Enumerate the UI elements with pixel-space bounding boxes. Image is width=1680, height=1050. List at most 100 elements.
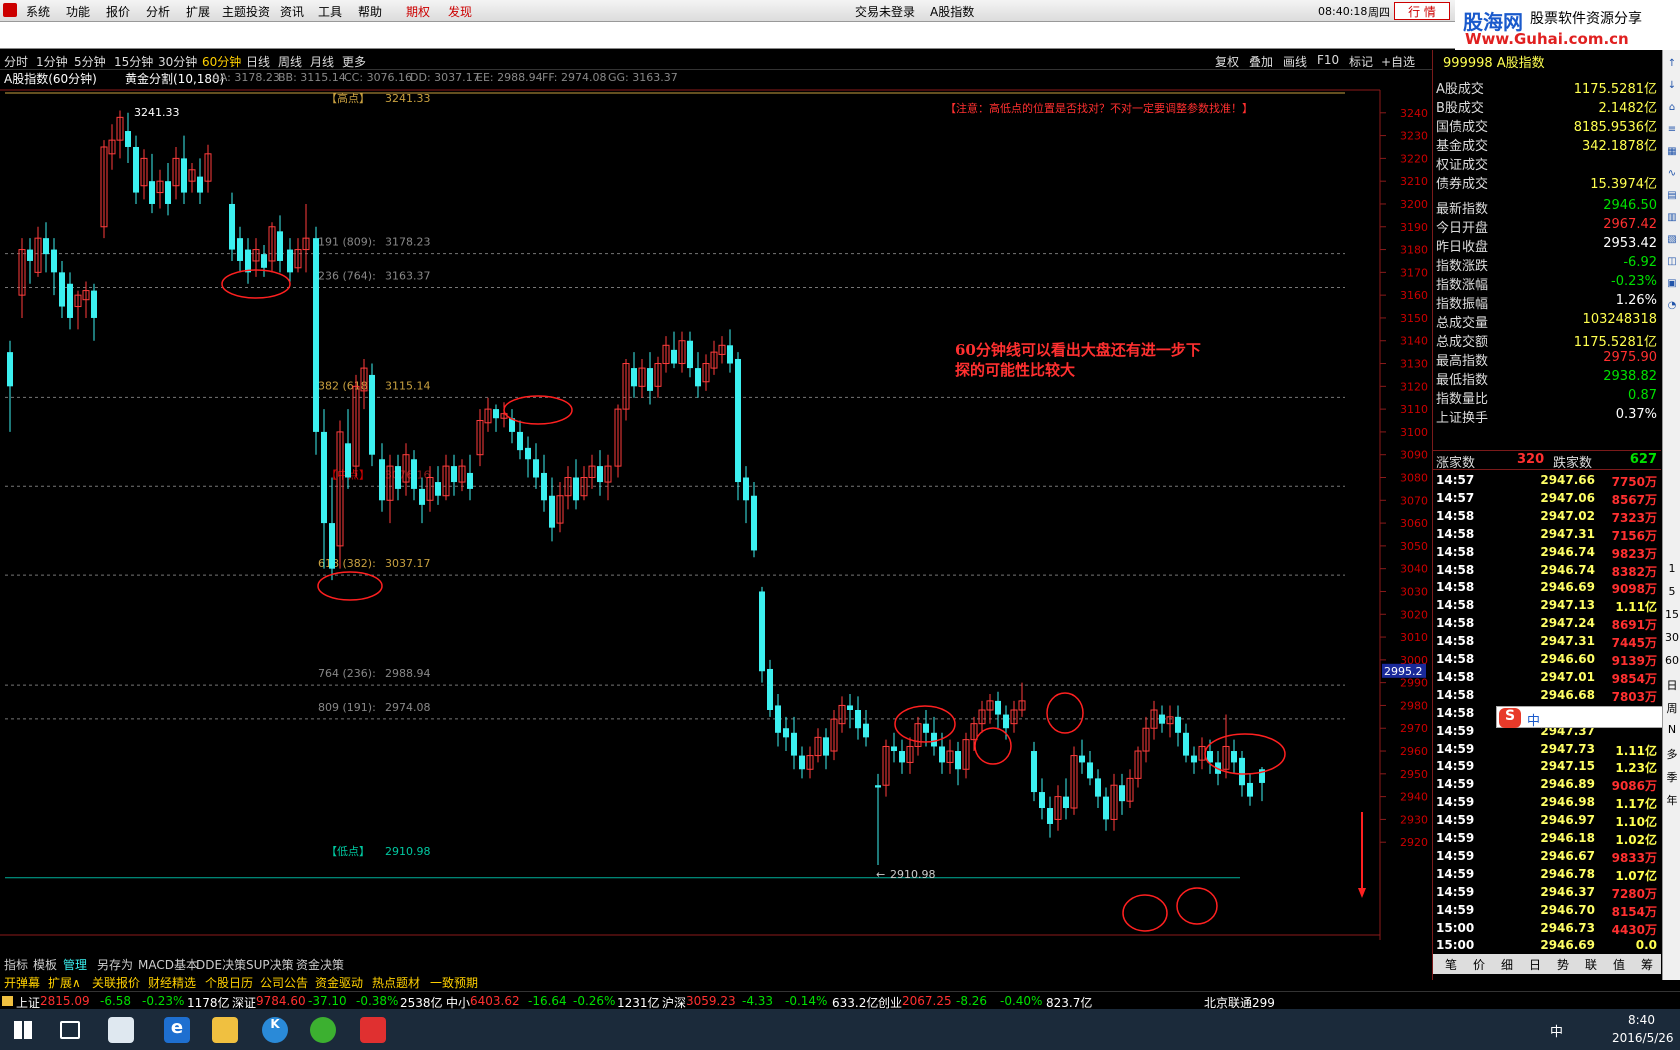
menu-item-7[interactable]: 工具 xyxy=(318,3,342,20)
chart-tool-0[interactable]: 复权 xyxy=(1215,53,1239,70)
side-period-4[interactable]: 60 xyxy=(1664,654,1680,670)
app-icon-stock[interactable] xyxy=(360,1017,386,1043)
period-3[interactable]: 15分钟 xyxy=(114,53,153,70)
period-8[interactable]: 月线 xyxy=(310,53,334,70)
bottom-tab-3[interactable]: 另存为 xyxy=(97,956,133,973)
bottom-tab-0[interactable]: 指标 xyxy=(4,956,28,973)
menu-item-6[interactable]: 资讯 xyxy=(280,3,304,20)
y-tick-26: 2980 xyxy=(1400,699,1428,712)
side-tool-icon[interactable]: ▤ xyxy=(1664,190,1680,206)
bottom-tab-4[interactable]: MACD基本 xyxy=(138,956,198,973)
chart-tool-5[interactable]: +自选 xyxy=(1381,53,1415,70)
app-icon-k[interactable]: K xyxy=(262,1017,288,1043)
panel-tab-4[interactable]: 势 xyxy=(1557,956,1569,973)
period-6[interactable]: 日线 xyxy=(246,53,270,70)
side-period-0[interactable]: 1 xyxy=(1664,562,1680,578)
index-row-value: -0.23% xyxy=(1611,274,1657,289)
ime-mode[interactable]: 中 xyxy=(1527,710,1540,729)
menu-special-1[interactable]: 发现 xyxy=(448,3,472,20)
panel-tab-2[interactable]: 细 xyxy=(1501,956,1513,973)
app-icon-1[interactable] xyxy=(108,1017,134,1043)
tick-time: 14:59 xyxy=(1436,795,1475,810)
center-market[interactable]: A股指数 xyxy=(930,3,974,20)
bottom-tab-7[interactable]: 资金决策 xyxy=(296,956,344,973)
side-tool-icon[interactable]: ▧ xyxy=(1664,234,1680,250)
feature-tab-1[interactable]: 扩展∧ xyxy=(48,974,81,991)
side-tool-icon[interactable]: ∿ xyxy=(1664,168,1680,184)
feature-tab-3[interactable]: 财经精选 xyxy=(148,974,196,991)
bottom-tab-1[interactable]: 模板 xyxy=(33,956,57,973)
menu-item-0[interactable]: 系统 xyxy=(26,3,50,20)
side-tool-icon[interactable]: ▥ xyxy=(1664,212,1680,228)
feature-tab-5[interactable]: 公司公告 xyxy=(260,974,308,991)
side-tool-icon[interactable]: ▣ xyxy=(1664,278,1680,294)
task-view-icon[interactable] xyxy=(60,1021,80,1039)
kline-chart[interactable]: 3240 3230 3220 3210 3200 3190 3180 3170 3160 3150… xyxy=(0,70,1432,940)
side-tool-icon[interactable]: ↑ xyxy=(1664,58,1680,74)
side-period-3[interactable]: 30 xyxy=(1664,631,1680,647)
feature-tab-0[interactable]: 开弹幕 xyxy=(4,974,40,991)
period-7[interactable]: 周线 xyxy=(278,53,302,70)
candle xyxy=(116,110,124,159)
app-icon-green[interactable] xyxy=(310,1017,336,1043)
menu-special-0[interactable]: 期权 xyxy=(406,3,430,20)
side-tool-icon[interactable]: ◔ xyxy=(1664,300,1680,316)
side-period-2[interactable]: 15 xyxy=(1664,608,1680,624)
side-period-5[interactable]: 日 xyxy=(1664,677,1680,693)
feature-tab-8[interactable]: 一致预期 xyxy=(430,974,478,991)
period-4[interactable]: 30分钟 xyxy=(158,53,197,70)
feature-tab-4[interactable]: 个股日历 xyxy=(205,974,253,991)
side-period-6[interactable]: 周 xyxy=(1664,700,1680,716)
panel-tab-5[interactable]: 联 xyxy=(1585,956,1597,973)
feature-tab-7[interactable]: 热点题材 xyxy=(372,974,420,991)
windows-start-icon[interactable] xyxy=(14,1021,32,1039)
candle xyxy=(1039,778,1045,820)
side-tool-icon[interactable]: ⌂ xyxy=(1664,102,1680,118)
period-9[interactable]: 更多 xyxy=(342,53,366,70)
level-value-3: 3115.14 xyxy=(385,379,431,392)
edge-icon[interactable]: e xyxy=(164,1017,190,1043)
side-period-9[interactable]: 季 xyxy=(1664,769,1680,785)
side-period-10[interactable]: 年 xyxy=(1664,792,1680,808)
taskbar-ime[interactable]: 中 xyxy=(1550,1021,1563,1040)
feature-tab-2[interactable]: 关联报价 xyxy=(92,974,140,991)
menu-item-3[interactable]: 分析 xyxy=(146,3,170,20)
period-1[interactable]: 1分钟 xyxy=(36,53,68,70)
status-hs-pct: -0.14% xyxy=(785,994,828,1008)
bottom-tab-6[interactable]: SUP决策 xyxy=(246,956,294,973)
panel-tab-3[interactable]: 日 xyxy=(1529,956,1541,973)
side-tool-icon[interactable]: ≡ xyxy=(1664,124,1680,140)
period-2[interactable]: 5分钟 xyxy=(74,53,106,70)
chart-tool-1[interactable]: 叠加 xyxy=(1249,53,1273,70)
chart-tool-2[interactable]: 画线 xyxy=(1283,53,1307,70)
side-period-8[interactable]: 多 xyxy=(1664,746,1680,762)
panel-tab-0[interactable]: 笔 xyxy=(1445,956,1457,973)
ime-toolbar[interactable]: S 中 xyxy=(1496,706,1680,729)
side-period-7[interactable]: N xyxy=(1664,723,1680,739)
period-0[interactable]: 分时 xyxy=(4,53,28,70)
menu-item-2[interactable]: 报价 xyxy=(106,3,130,20)
panel-tab-1[interactable]: 价 xyxy=(1473,956,1485,973)
menu-item-8[interactable]: 帮助 xyxy=(358,3,382,20)
bottom-tab-2[interactable]: 管理 xyxy=(63,956,87,973)
tick-time: 14:58 xyxy=(1436,634,1475,649)
candle xyxy=(533,443,539,489)
side-tool-icon[interactable]: ◫ xyxy=(1664,256,1680,272)
quote-button[interactable]: 行 情 xyxy=(1394,2,1450,20)
bottom-tab-5[interactable]: DDE决策 xyxy=(196,956,246,973)
chart-tool-3[interactable]: F10 xyxy=(1317,53,1339,67)
menu-item-4[interactable]: 扩展 xyxy=(186,3,210,20)
period-5[interactable]: 60分钟 xyxy=(202,53,241,70)
feature-tab-6[interactable]: 资金驱动 xyxy=(315,974,363,991)
address-bar[interactable] xyxy=(0,22,1455,49)
panel-tab-7[interactable]: 筹 xyxy=(1641,956,1653,973)
explorer-icon[interactable] xyxy=(212,1017,238,1043)
menu-item-1[interactable]: 功能 xyxy=(66,3,90,20)
menu-item-5[interactable]: 主题投资 xyxy=(222,3,270,20)
side-tool-icon[interactable]: ▦ xyxy=(1664,146,1680,162)
chart-tool-4[interactable]: 标记 xyxy=(1349,53,1373,70)
tick-price: 2946.73 xyxy=(1540,920,1595,935)
panel-tab-6[interactable]: 值 xyxy=(1613,956,1625,973)
side-tool-icon[interactable]: ↓ xyxy=(1664,80,1680,96)
side-period-1[interactable]: 5 xyxy=(1664,585,1680,601)
